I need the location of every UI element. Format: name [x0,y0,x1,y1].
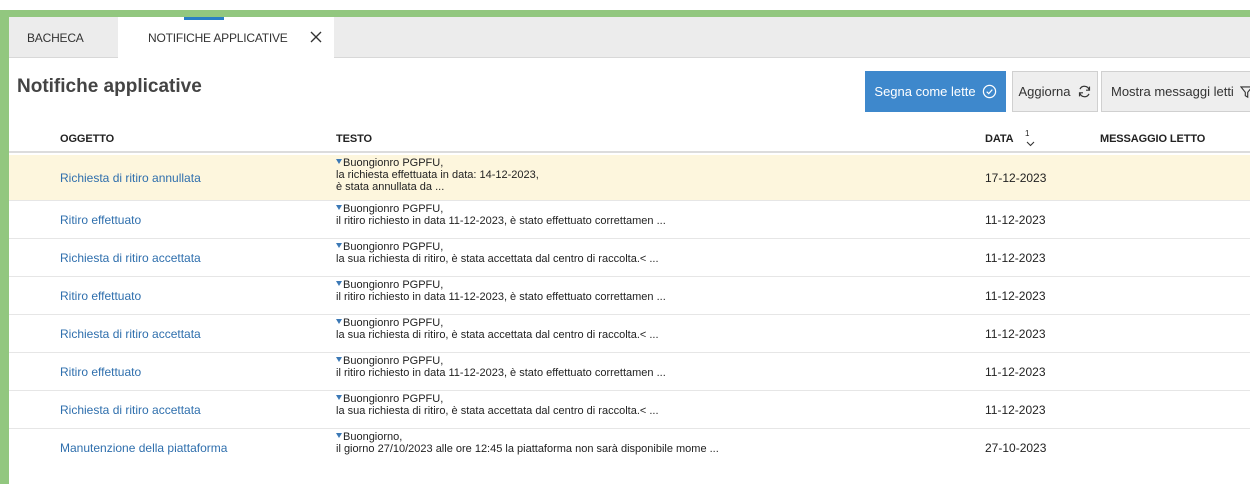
active-tab-indicator [184,17,224,20]
row-text-line: la sua richiesta di ritiro, è stata acce… [336,253,659,265]
table-row[interactable]: Richiesta di ritiro accettata Buongionro… [9,315,1250,353]
caret-down-icon[interactable] [336,319,342,324]
row-text-greeting: Buongionro PGPFU, [343,203,444,215]
row-text-greeting: Buongiorno, [343,431,403,443]
row-text: Buongionro PGPFU, la richiesta effettuat… [336,157,539,193]
row-date: 11-12-2023 [985,212,1046,227]
row-subject-link[interactable]: Richiesta di ritiro accettata [60,251,201,265]
caret-down-icon[interactable] [336,205,342,210]
refresh-button[interactable]: Aggiorna [1012,71,1098,112]
tab-bacheca-label: BACHECA [27,30,84,45]
row-text-line: il giorno 27/10/2023 alle ore 12:45 la p… [336,443,719,455]
row-subject-link[interactable]: Manutenzione della piattaforma [60,441,227,455]
row-text: Buongionro PGPFU, la sua richiesta di ri… [336,317,659,341]
row-text-line: la sua richiesta di ritiro, è stata acce… [336,329,659,341]
table-body: Richiesta di ritiro annullata Buongionro… [9,155,1250,467]
sort-order-index: 1 [1025,129,1030,138]
show-read-messages-button[interactable]: Mostra messaggi letti [1101,71,1250,112]
filter-icon [1239,85,1250,98]
caret-down-icon[interactable] [336,395,342,400]
table-row[interactable]: Richiesta di ritiro accettata Buongionro… [9,239,1250,277]
row-date: 11-12-2023 [985,288,1046,303]
mark-as-read-label: Segna come lette [874,84,976,99]
table-row[interactable]: Manutenzione della piattaforma Buongiorn… [9,429,1250,467]
table-row[interactable]: Ritiro effettuato Buongionro PGPFU, il r… [9,277,1250,315]
column-header-messaggio-letto[interactable]: MESSAGGIO LETTO [1100,133,1205,145]
row-text: Buongionro PGPFU, il ritiro richiesto in… [336,355,666,379]
check-circle-icon [982,84,996,99]
row-text: Buongionro PGPFU, la sua richiesta di ri… [336,241,659,265]
row-text: Buongionro PGPFU, il ritiro richiesto in… [336,203,666,227]
caret-down-icon[interactable] [336,357,342,362]
caret-down-icon[interactable] [336,159,342,164]
caret-down-icon[interactable] [336,433,342,438]
row-date: 11-12-2023 [985,402,1046,417]
table-header: OGGETTO TESTO DATA 1 MESSAGGIO LETTO [9,125,1250,153]
app-frame: BACHECA NOTIFICHE APPLICATIVE Notifiche … [0,0,1250,484]
row-text-line: la sua richiesta di ritiro, è stata acce… [336,405,659,417]
show-read-label: Mostra messaggi letti [1111,84,1234,99]
row-text: Buongionro PGPFU, il ritiro richiesto in… [336,279,666,303]
table-row[interactable]: Ritiro effettuato Buongionro PGPFU, il r… [9,201,1250,239]
close-icon[interactable] [309,30,323,44]
row-subject-link[interactable]: Richiesta di ritiro annullata [60,171,201,185]
row-subject-link[interactable]: Ritiro effettuato [60,289,141,303]
row-subject-link[interactable]: Richiesta di ritiro accettata [60,327,201,341]
row-subject-link[interactable]: Ritiro effettuato [60,365,141,379]
row-text: Buongionro PGPFU, la sua richiesta di ri… [336,393,659,417]
row-text-line: è stata annullata da ... [336,181,445,193]
notifications-panel: BACHECA NOTIFICHE APPLICATIVE Notifiche … [9,17,1250,484]
tab-notifiche-applicative[interactable]: NOTIFICHE APPLICATIVE [118,17,334,59]
table-row[interactable]: Ritiro effettuato Buongionro PGPFU, il r… [9,353,1250,391]
caret-down-icon[interactable] [336,243,342,248]
row-date: 11-12-2023 [985,364,1046,379]
refresh-icon [1078,85,1090,98]
frame-border-left [0,10,9,484]
tab-bacheca[interactable]: BACHECA [27,17,127,58]
row-text-line: il ritiro richiesto in data 11-12-2023, … [336,367,666,379]
refresh-label: Aggiorna [1018,84,1071,99]
table-row[interactable]: Richiesta di ritiro accettata Buongionro… [9,391,1250,429]
page-title: Notifiche applicative [17,76,202,97]
caret-down-icon[interactable] [336,281,342,286]
row-text-greeting: Buongionro PGPFU, [343,157,444,169]
row-text-greeting: Buongionro PGPFU, [343,279,444,291]
row-text: Buongiorno, il giorno 27/10/2023 alle or… [336,431,719,455]
row-date: 17-12-2023 [985,170,1047,185]
column-header-oggetto[interactable]: OGGETTO [60,133,114,145]
row-subject-link[interactable]: Richiesta di ritiro accettata [60,403,201,417]
row-text-greeting: Buongionro PGPFU, [343,393,444,405]
row-date: 11-12-2023 [985,326,1046,341]
chevron-down-icon[interactable] [1026,141,1035,147]
row-text-greeting: Buongionro PGPFU, [343,355,444,367]
row-text-line: il ritiro richiesto in data 11-12-2023, … [336,215,666,227]
tab-notifiche-label: NOTIFICHE APPLICATIVE [148,31,288,45]
row-text-greeting: Buongionro PGPFU, [343,241,444,253]
row-subject-link[interactable]: Ritiro effettuato [60,213,141,227]
row-date: 11-12-2023 [985,250,1046,265]
column-header-testo[interactable]: TESTO [336,133,372,145]
mark-as-read-button[interactable]: Segna come lette [865,71,1006,112]
table-row[interactable]: Richiesta di ritiro annullata Buongionro… [9,155,1250,201]
tab-bar: BACHECA NOTIFICHE APPLICATIVE [9,17,1250,59]
column-header-data[interactable]: DATA [985,133,1014,145]
row-text-line: la richiesta effettuata in data: 14-12-2… [336,169,539,181]
row-text-line: il ritiro richiesto in data 11-12-2023, … [336,291,666,303]
row-date: 27-10-2023 [985,441,1047,455]
frame-border-top [0,10,1250,17]
row-text-greeting: Buongionro PGPFU, [343,317,444,329]
